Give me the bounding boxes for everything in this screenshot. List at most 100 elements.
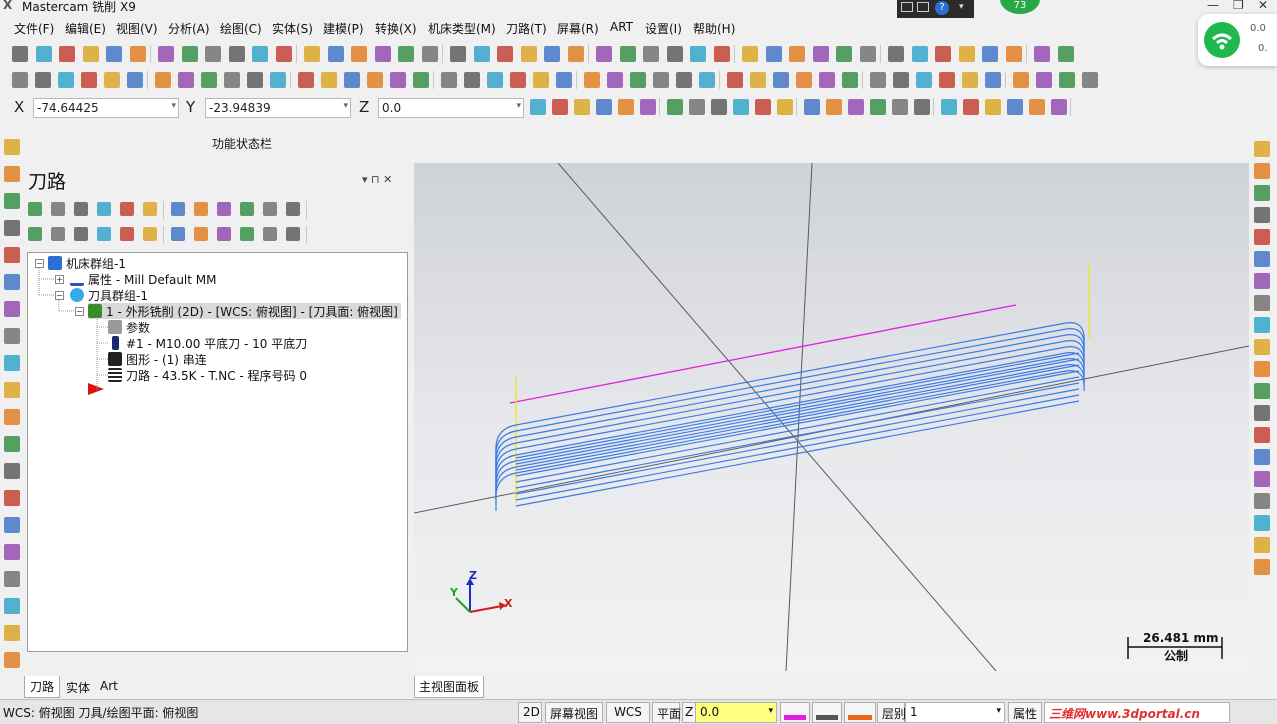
collapse-icon[interactable]: − — [55, 291, 64, 300]
toolbar-tool-icon[interactable] — [962, 72, 978, 88]
plane-button[interactable]: 平面 — [652, 702, 681, 723]
menu-solids[interactable]: 实体(S) — [272, 20, 313, 37]
toolbar-tool-icon[interactable] — [842, 72, 858, 88]
toolbar-tool-icon[interactable] — [1254, 295, 1270, 311]
toolbar-tool-icon[interactable] — [1254, 163, 1270, 179]
toolbar-tool-icon[interactable] — [28, 202, 42, 216]
attributes-button[interactable]: 属性 — [1008, 702, 1042, 723]
toolbar-tool-icon[interactable] — [158, 46, 174, 62]
toolbar-tool-icon[interactable] — [127, 72, 143, 88]
wcs-button[interactable]: WCS — [606, 702, 650, 723]
toolbar-tool-icon[interactable] — [4, 625, 20, 641]
toolbar-tool-icon[interactable] — [286, 202, 300, 216]
toolbar-tool-icon[interactable] — [327, 46, 344, 62]
menu-art[interactable]: ART — [610, 20, 633, 34]
toolbar-tool-icon[interactable] — [321, 72, 337, 88]
menu-screen[interactable]: 屏幕(R) — [557, 20, 599, 37]
toolbar-tool-icon[interactable] — [1254, 273, 1270, 289]
x-coordinate-field[interactable]: -74.64425 ▾ — [33, 98, 179, 118]
toolbar-tool-icon[interactable] — [690, 46, 706, 62]
toolbar-tool-icon[interactable] — [765, 46, 782, 62]
z-depth-field[interactable]: 0.0 ▾ — [695, 702, 777, 723]
toolbar-tool-icon[interactable] — [4, 463, 20, 479]
toolbar-tool-icon[interactable] — [217, 227, 231, 241]
toolbar-tool-icon[interactable] — [1254, 229, 1270, 245]
level-field[interactable]: 1 ▾ — [905, 702, 1005, 723]
toolbar-tool-icon[interactable] — [985, 72, 1001, 88]
toolbar-tool-icon[interactable] — [4, 490, 20, 506]
toolbar-tool-icon[interactable] — [892, 99, 908, 115]
toolbar-tool-icon[interactable] — [224, 72, 240, 88]
toolbar-tool-icon[interactable] — [1254, 383, 1270, 399]
graphics-viewport[interactable]: Z X Y 26.481 mm 公制 — [413, 162, 1250, 672]
toolbar-tool-icon[interactable] — [201, 72, 217, 88]
toolbar-tool-icon[interactable] — [155, 72, 171, 88]
toolbar-tool-icon[interactable] — [812, 46, 829, 62]
tab-toolpaths[interactable]: 刀路 — [24, 676, 61, 698]
toolbar-tool-icon[interactable] — [263, 202, 277, 216]
minimize-button[interactable]: — — [1207, 0, 1219, 12]
toolbar-tool-icon[interactable] — [596, 46, 612, 62]
toolbar-tool-icon[interactable] — [985, 99, 1001, 115]
toolbar-tool-icon[interactable] — [733, 99, 749, 115]
toolbar-tool-icon[interactable] — [640, 99, 656, 115]
toolbar-tool-icon[interactable] — [804, 99, 820, 115]
toolbar-tool-icon[interactable] — [552, 99, 568, 115]
toolbar-tool-icon[interactable] — [916, 72, 932, 88]
toolbar-tool-icon[interactable] — [205, 46, 221, 62]
toolbar-tool-icon[interactable] — [533, 72, 549, 88]
toolbar-tool-icon[interactable] — [497, 46, 513, 62]
toolbar-tool-icon[interactable] — [1051, 99, 1067, 115]
toolbar-tool-icon[interactable] — [939, 72, 955, 88]
toolbar-tool-icon[interactable] — [270, 72, 286, 88]
toolbar-tool-icon[interactable] — [106, 46, 122, 62]
toolbar-tool-icon[interactable] — [713, 46, 730, 62]
toolbar-tool-icon[interactable] — [351, 46, 367, 62]
toolbar-tool-icon[interactable] — [1254, 317, 1270, 333]
toolbar-tool-icon[interactable] — [4, 274, 20, 290]
menu-file[interactable]: 文件(F) — [14, 20, 54, 37]
menu-settings[interactable]: 设置(I) — [645, 20, 682, 37]
toolbar-tool-icon[interactable] — [859, 46, 876, 62]
toolbar-tool-icon[interactable] — [12, 46, 28, 62]
toolbar-tool-icon[interactable] — [1254, 493, 1270, 509]
toolbar-tool-icon[interactable] — [643, 46, 659, 62]
toolbar-tool-icon[interactable] — [4, 571, 20, 587]
toolbar-tool-icon[interactable] — [4, 220, 20, 236]
toolbar-tool-icon[interactable] — [699, 72, 715, 88]
toolbar-tool-icon[interactable] — [1254, 251, 1270, 267]
expand-icon[interactable]: + — [55, 275, 64, 284]
toolbar-tool-icon[interactable] — [74, 227, 88, 241]
toolbar-tool-icon[interactable] — [1007, 99, 1023, 115]
toolbar-tool-icon[interactable] — [689, 99, 705, 115]
toolbar-tool-icon[interactable] — [450, 46, 466, 62]
toolbar-tool-icon[interactable] — [1254, 449, 1270, 465]
menu-xform[interactable]: 转换(X) — [375, 20, 417, 37]
tab-art[interactable]: Art — [95, 677, 123, 695]
toolbar-tool-icon[interactable] — [129, 46, 146, 62]
toolbar-tool-icon[interactable] — [1254, 515, 1270, 531]
toolbar-tool-icon[interactable] — [1254, 559, 1270, 575]
toolbar-tool-icon[interactable] — [544, 46, 560, 62]
toolbar-tool-icon[interactable] — [888, 46, 904, 62]
toolbar-tool-icon[interactable] — [1005, 46, 1022, 62]
toolbar-tool-icon[interactable] — [344, 72, 360, 88]
toolbar-tool-icon[interactable] — [789, 46, 805, 62]
toolbar-tool-icon[interactable] — [390, 72, 406, 88]
insert-arrow-icon[interactable] — [86, 381, 106, 397]
toolbar-tool-icon[interactable] — [1082, 72, 1098, 88]
toolbar-tool-icon[interactable] — [286, 227, 300, 241]
toolbar-tool-icon[interactable] — [59, 46, 75, 62]
toolbar-tool-icon[interactable] — [1036, 72, 1052, 88]
toolbar-tool-icon[interactable] — [473, 46, 490, 62]
chevron-down-icon[interactable]: ▾ — [343, 101, 348, 111]
toolbar-tool-icon[interactable] — [796, 72, 812, 88]
toolbar-tool-icon[interactable] — [247, 72, 263, 88]
toolbar-tool-icon[interactable] — [104, 72, 120, 88]
toolbar-tool-icon[interactable] — [171, 227, 185, 241]
toolbar-tool-icon[interactable] — [58, 72, 74, 88]
toolbar-tool-icon[interactable] — [958, 46, 975, 62]
toolbar-tool-icon[interactable] — [367, 72, 383, 88]
toolbar-tool-icon[interactable] — [252, 46, 268, 62]
toolbar-tool-icon[interactable] — [963, 99, 979, 115]
